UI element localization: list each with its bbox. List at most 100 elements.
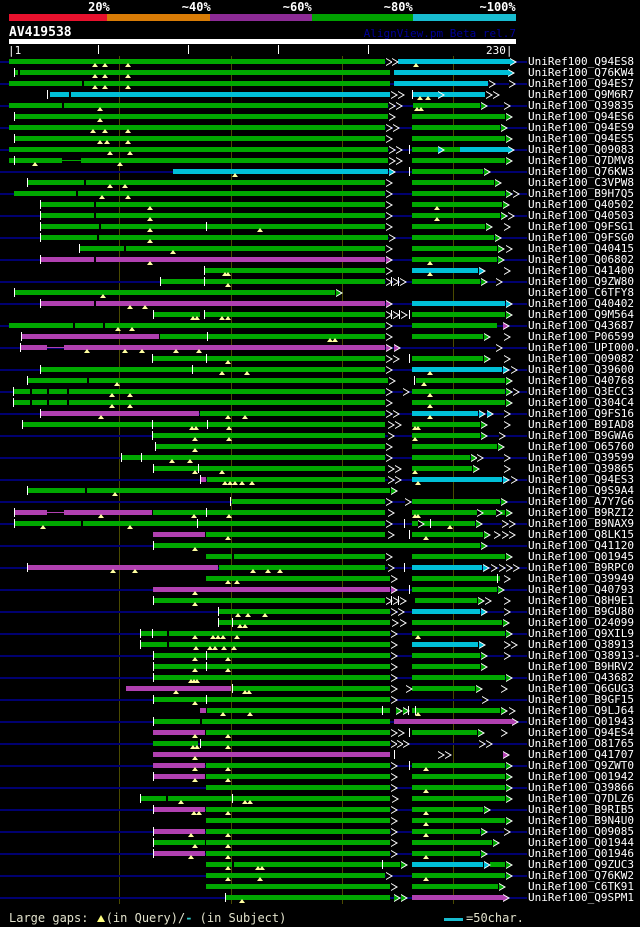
alignment-plot[interactable]: UniRef100_Q94ES8 UniRef100_Q76KW4 UniRef10… <box>0 56 640 904</box>
arrowhead-icon <box>506 674 513 682</box>
arrowhead-icon <box>388 432 395 440</box>
arrowhead-icon <box>498 245 505 253</box>
hsp-segment <box>9 81 390 86</box>
arrowhead-icon <box>506 773 513 781</box>
arrowhead-icon <box>445 751 452 759</box>
arrowhead-icon <box>478 729 485 737</box>
subject-gap-dash <box>206 695 207 704</box>
hsp-segment <box>412 587 497 592</box>
hsp-segment <box>412 136 505 141</box>
subject-gap-dash <box>153 717 154 726</box>
arrowhead-icon <box>511 366 518 374</box>
query-id: AV419538 <box>9 25 72 40</box>
arrowhead-icon <box>398 608 405 616</box>
arrowhead-icon <box>499 564 506 572</box>
arrowhead-icon <box>386 399 393 407</box>
arrowhead-icon <box>504 102 511 110</box>
arrowhead-icon <box>479 740 486 748</box>
hsp-segment <box>22 334 159 339</box>
segment-gap-notch <box>97 235 99 240</box>
subject-gap-dash <box>153 651 154 660</box>
hsp-segment <box>412 202 502 207</box>
hit-label[interactable]: UniRef100_Q9SPM1 <box>528 892 634 903</box>
arrowhead-icon <box>504 597 511 605</box>
arrowhead-icon <box>483 564 490 572</box>
alignview-page: { "colors": { "green": "#00a800", "cyan"… <box>0 0 640 927</box>
arrowhead-icon <box>503 894 510 902</box>
arrowhead-icon <box>499 883 506 891</box>
query-ruler-bar <box>9 39 516 44</box>
arrowhead-icon <box>496 509 503 517</box>
subject-gap-dash <box>218 618 219 627</box>
hsp-segment <box>206 532 385 537</box>
hsp-segment <box>21 345 47 350</box>
hsp-segment <box>14 70 390 75</box>
hsp-segment <box>206 774 390 779</box>
hsp-segment <box>219 565 385 570</box>
arrowhead-icon <box>508 146 515 154</box>
hsp-segment <box>412 158 505 163</box>
identity-scale-bar <box>0 14 640 21</box>
arrowhead-icon <box>481 278 488 286</box>
arrowhead-icon <box>501 124 508 132</box>
arrowhead-icon <box>496 278 503 286</box>
hsp-segment <box>412 675 505 680</box>
subject-gap-dash <box>414 376 415 385</box>
hsp-segment <box>412 235 494 240</box>
segment-gap-notch <box>200 719 202 724</box>
arrowhead-icon <box>481 421 488 429</box>
arrowhead-icon <box>481 850 488 858</box>
arrowhead-icon <box>386 201 393 209</box>
hsp-segment <box>412 862 483 867</box>
ruler-tick <box>188 45 189 54</box>
segment-gap-notch <box>167 642 169 647</box>
hsp-segment <box>412 774 505 779</box>
hsp-segment <box>412 576 500 581</box>
arrowhead-icon <box>393 410 400 418</box>
arrowhead-icon <box>403 388 410 396</box>
hsp-segment <box>415 598 477 603</box>
subject-gap-dash <box>14 519 15 528</box>
subject-gap-dash <box>153 838 154 847</box>
hsp-segment <box>201 477 206 482</box>
hsp-segment <box>412 609 480 614</box>
arrowhead-icon <box>388 509 395 517</box>
large-gaps-legend: Large gaps: (in Query)/- (in Subject) <box>9 910 286 926</box>
arrowhead-icon <box>400 597 407 605</box>
arrowhead-icon <box>504 608 511 616</box>
arrowhead-icon <box>508 69 515 77</box>
subject-gap-dash <box>204 310 205 319</box>
arrowhead-icon <box>389 102 396 110</box>
alignment-row[interactable]: UniRef100_Q9SPM1 <box>0 892 640 903</box>
arrowhead-icon <box>485 597 492 605</box>
arrowhead-icon <box>386 498 393 506</box>
hsp-segment <box>412 334 483 339</box>
arrowhead-icon <box>395 476 402 484</box>
arrowhead-icon <box>391 839 398 847</box>
hsp-segment <box>413 92 485 97</box>
arrowhead-icon <box>508 212 515 220</box>
arrowhead-icon <box>501 707 508 715</box>
arrowhead-icon <box>386 355 393 363</box>
segment-gap-notch <box>81 521 83 526</box>
subject-gap-dash <box>192 365 193 374</box>
hsp-segment <box>412 279 480 284</box>
arrowhead-icon <box>506 190 513 198</box>
arrowhead-icon <box>503 476 510 484</box>
hsp-segment <box>160 334 385 339</box>
hsp-segment <box>141 631 390 636</box>
subject-gap-dash <box>153 827 154 836</box>
hsp-segment <box>9 323 385 328</box>
arrowhead-icon <box>391 685 398 693</box>
hsp-segment <box>412 389 505 394</box>
arrowhead-icon <box>506 762 513 770</box>
subject-gap-dash <box>225 893 226 902</box>
subject-gap-dash <box>382 706 383 715</box>
subject-gap-dash <box>206 662 207 671</box>
arrowhead-icon <box>393 597 400 605</box>
subject-gap-dash <box>140 640 141 649</box>
arrowhead-icon <box>504 575 511 583</box>
hsp-segment <box>412 686 475 691</box>
segment-gap-notch <box>30 389 32 394</box>
segment-gap-notch <box>94 257 96 262</box>
